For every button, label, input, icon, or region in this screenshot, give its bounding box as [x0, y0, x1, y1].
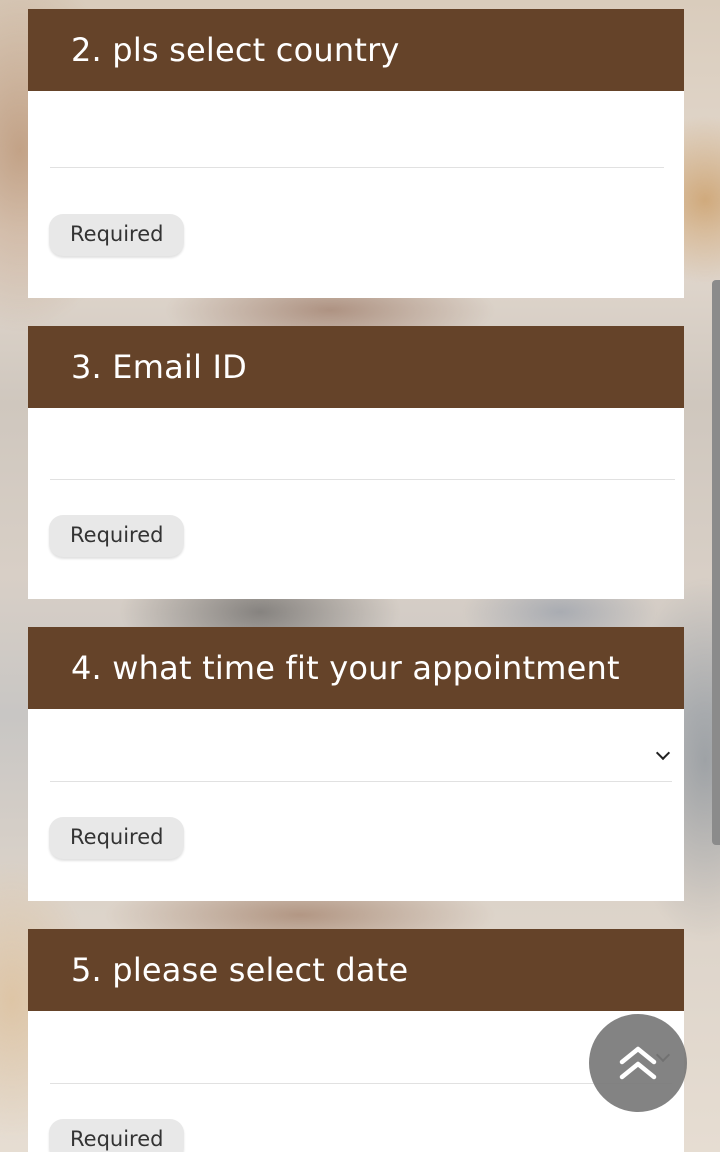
- question-card-time: 4. what time fit your appointment Requir…: [28, 627, 684, 901]
- email-field[interactable]: [50, 408, 675, 480]
- double-chevron-up-icon: [619, 1046, 657, 1080]
- required-badge: Required: [49, 214, 185, 256]
- time-select[interactable]: [50, 709, 672, 781]
- email-input[interactable]: [50, 408, 675, 479]
- required-badge: Required: [49, 1119, 185, 1152]
- country-input[interactable]: [50, 91, 664, 167]
- question-card-date: 5. please select date Required: [28, 929, 684, 1152]
- scroll-to-top-button[interactable]: [589, 1014, 687, 1112]
- question-title: 4. what time fit your appointment: [28, 627, 684, 709]
- time-dropdown[interactable]: [50, 709, 672, 782]
- required-badge: Required: [49, 515, 185, 557]
- question-card-country: 2. pls select country Required: [28, 9, 684, 298]
- question-title: 2. pls select country: [28, 9, 684, 91]
- date-dropdown[interactable]: [50, 1011, 672, 1084]
- required-badge: Required: [49, 817, 185, 859]
- country-field[interactable]: [50, 91, 664, 168]
- question-title: 3. Email ID: [28, 326, 684, 408]
- question-title: 5. please select date: [28, 929, 684, 1011]
- question-card-email: 3. Email ID Required: [28, 326, 684, 599]
- date-select[interactable]: [50, 1011, 672, 1083]
- scroll-indicator[interactable]: [712, 280, 720, 845]
